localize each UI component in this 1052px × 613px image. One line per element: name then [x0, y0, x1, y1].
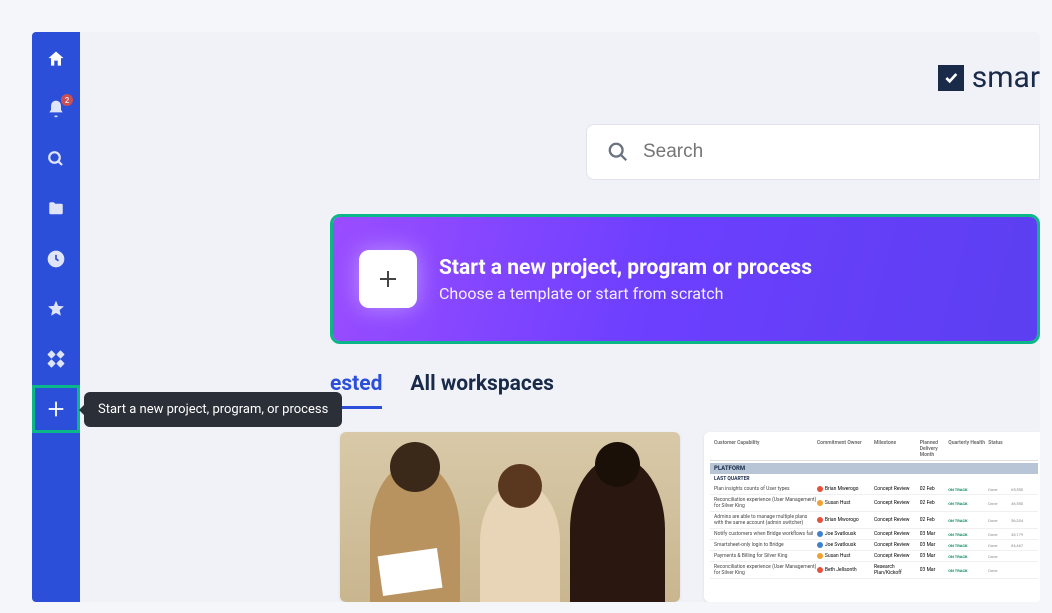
favorites-icon[interactable]: [45, 298, 67, 320]
search-input[interactable]: [643, 141, 1019, 163]
sidebar-new-button[interactable]: [32, 385, 80, 433]
new-project-card[interactable]: Start a new project, program or process …: [330, 214, 1040, 344]
search-icon[interactable]: [45, 148, 67, 170]
hero-title: Start a new project, program or process: [439, 256, 812, 280]
search-bar[interactable]: [586, 124, 1040, 180]
logo: smar: [938, 60, 1040, 95]
home-icon[interactable]: [45, 48, 67, 70]
tabs: ested All workspaces: [330, 372, 554, 409]
logo-mark-icon: [938, 65, 964, 91]
app-frame: 2 smar: [32, 32, 1040, 602]
notification-badge: 2: [61, 94, 73, 106]
card-thumbnail-sheet[interactable]: Customer CapabilityCommitment OwnerMiles…: [704, 432, 1040, 602]
main-content: smar Start a new project, program or pro…: [80, 32, 1040, 602]
apps-icon[interactable]: [45, 348, 67, 370]
sidebar: 2: [32, 32, 80, 602]
card-thumbnail-people[interactable]: [340, 432, 680, 602]
search-input-icon: [607, 141, 629, 163]
new-button-tooltip: Start a new project, program, or process: [84, 392, 342, 427]
content-cards: Customer CapabilityCommitment OwnerMiles…: [340, 432, 1040, 602]
logo-text: smar: [972, 60, 1040, 95]
hero-subtitle: Choose a template or start from scratch: [439, 284, 812, 303]
notifications-icon[interactable]: 2: [45, 98, 67, 120]
folder-icon[interactable]: [45, 198, 67, 220]
plus-icon: [359, 250, 417, 308]
tab-all-workspaces[interactable]: All workspaces: [410, 372, 554, 406]
recent-icon[interactable]: [45, 248, 67, 270]
